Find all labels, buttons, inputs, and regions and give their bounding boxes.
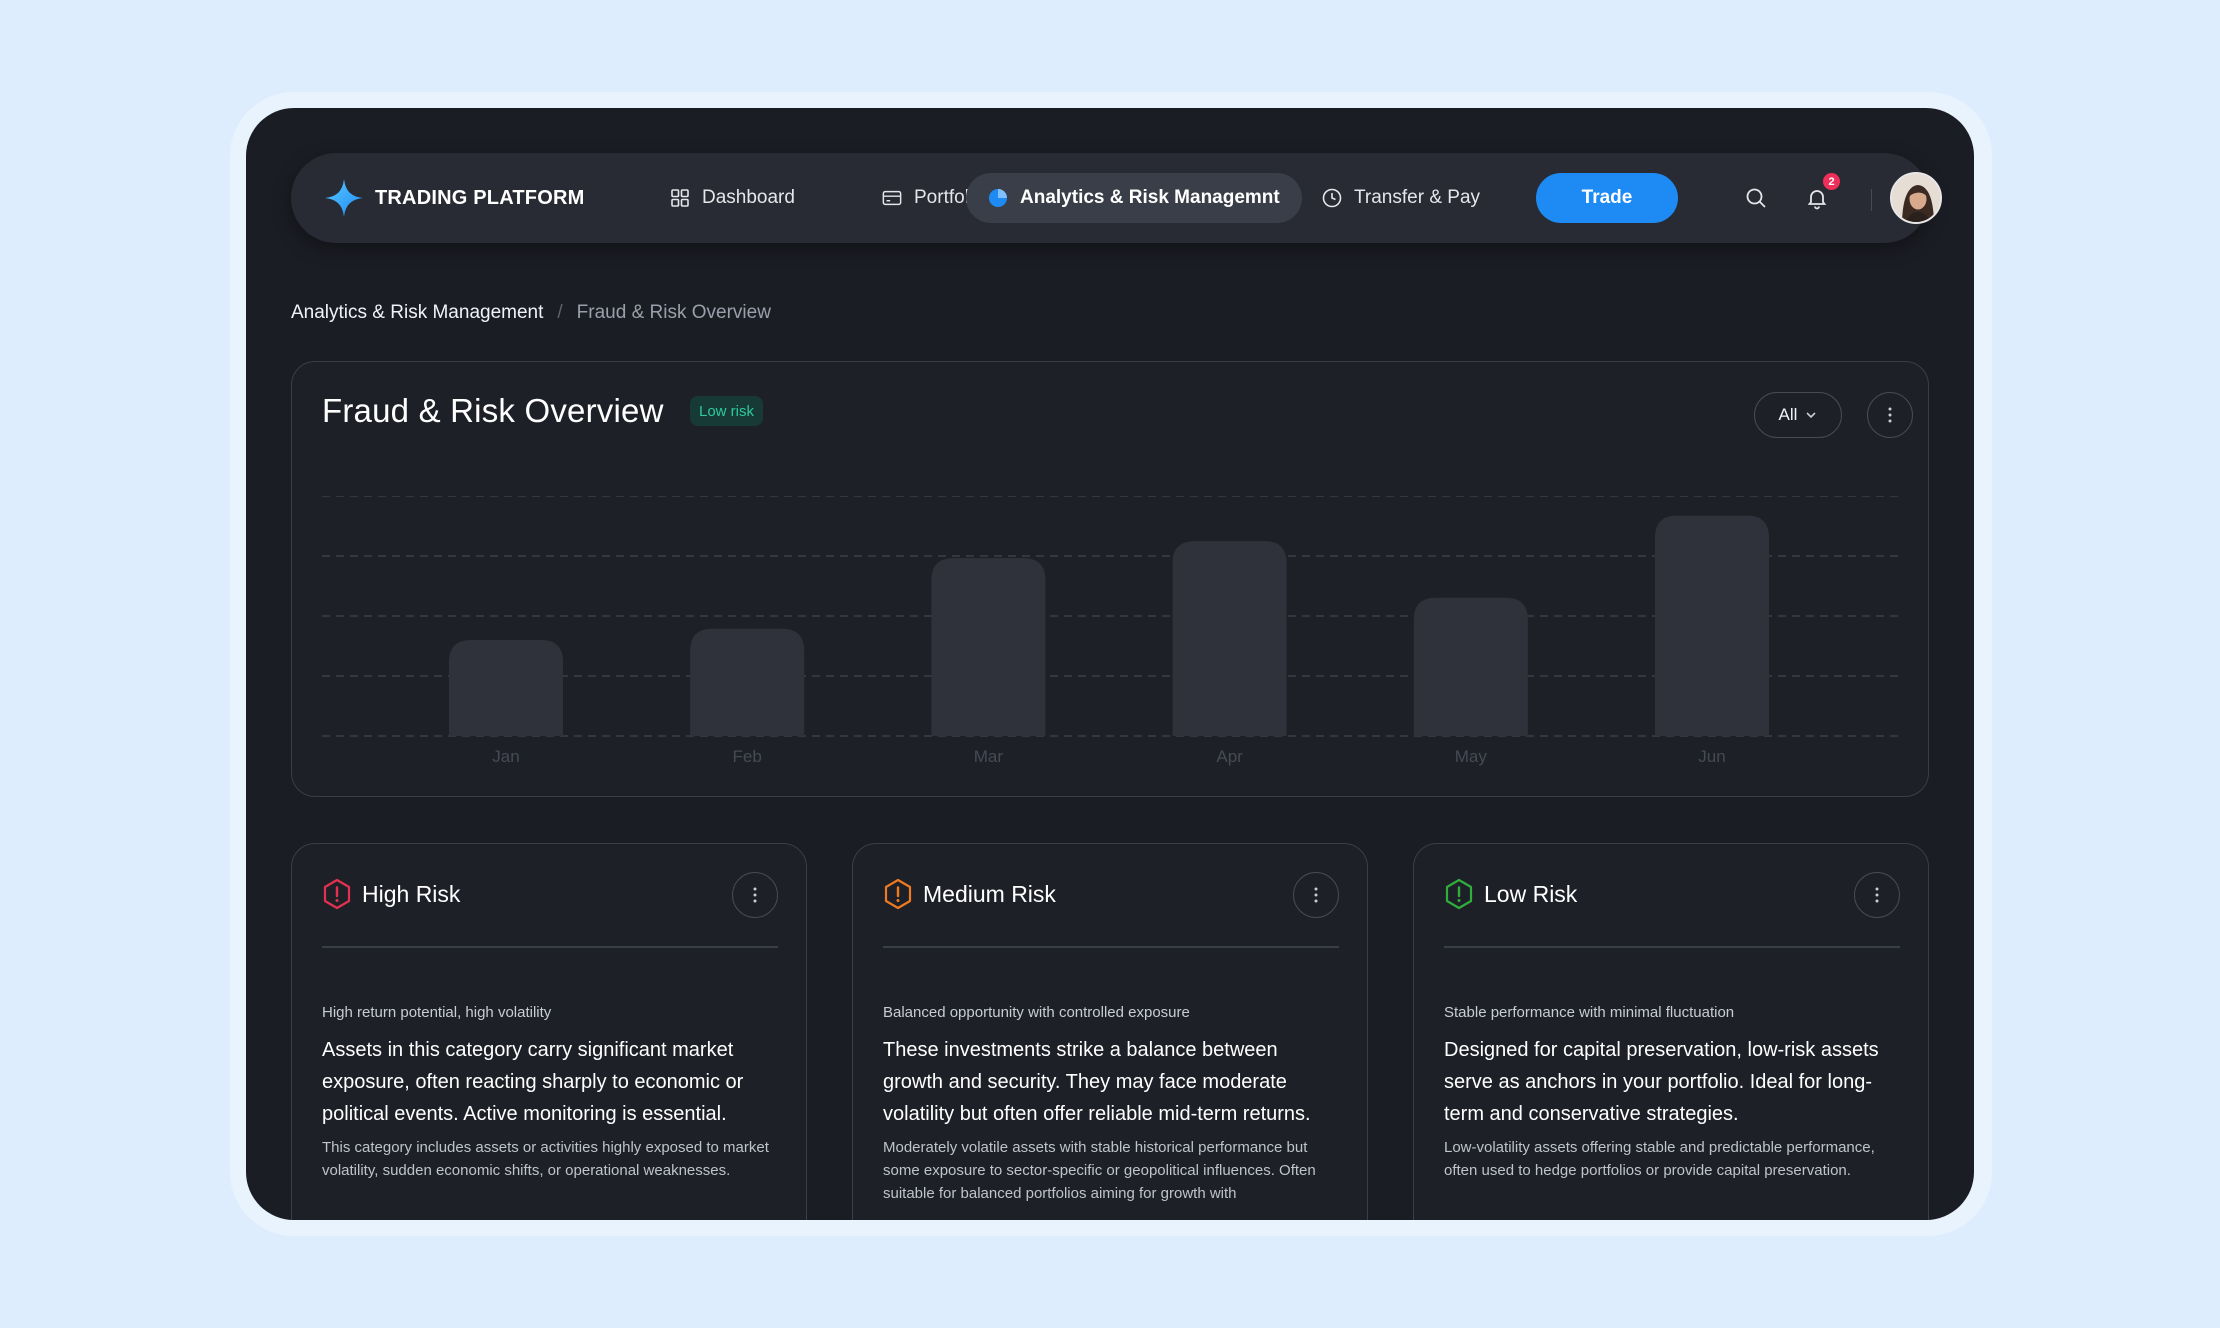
sparkle-logo-icon: [325, 179, 363, 217]
nav-item-transfer[interactable]: Transfer & Pay: [1300, 173, 1502, 223]
trade-button[interactable]: Trade: [1536, 173, 1678, 223]
clock-icon: [1322, 188, 1342, 208]
status-badge: Low risk: [690, 396, 764, 426]
nav-item-label: Dashboard: [702, 187, 795, 208]
brand-name: TRADING PLATFORM: [375, 186, 585, 209]
risk-card-subtitle: Stable performance with minimal fluctuat…: [1444, 1004, 1735, 1021]
chart-x-tick-label: May: [1455, 747, 1488, 766]
grid-icon: [670, 188, 690, 208]
filter-value: All: [1778, 405, 1798, 424]
risk-card-subtitle: High return potential, high volatility: [322, 1004, 552, 1021]
breadcrumb-separator: /: [557, 302, 563, 323]
chart-canvas: Jan Feb Mar Apr May Jun: [322, 496, 1898, 766]
risk-card-medium: Medium Risk Balanced opportunity with co…: [852, 843, 1368, 1220]
brand-logo[interactable]: TRADING PLATFORM: [323, 177, 584, 219]
risk-card-footnote: This category includes assets or activit…: [322, 1139, 769, 1179]
risk-bar-chart: Jan Feb Mar Apr May Jun: [322, 496, 1898, 776]
breadcrumb-parent[interactable]: Analytics & Risk Management: [291, 302, 543, 324]
risk-card-divider: [883, 946, 1339, 948]
risk-card-more-button[interactable]: [1854, 872, 1900, 918]
nav-divider: [1871, 189, 1872, 211]
risk-card-footnote: Moderately volatile assets with stable h…: [883, 1139, 1316, 1202]
overview-card: Fraud & Risk Overview Low risk All Jan Fe…: [291, 361, 1929, 797]
risk-card-header: Low Risk: [1444, 878, 1577, 910]
alert-hexagon-icon: [1445, 878, 1473, 910]
risk-card-header: High Risk: [322, 878, 460, 910]
risk-card-title: High Risk: [362, 880, 461, 907]
chevron-down-icon: [1806, 412, 1817, 419]
more-vertical-icon: [1888, 407, 1892, 423]
breadcrumb-current: Fraud & Risk Overview: [576, 302, 771, 323]
risk-card-body: Assets in this category carry significan…: [322, 1039, 744, 1125]
breadcrumb: Analytics & Risk Management / Fraud & Ri…: [291, 302, 771, 324]
nav-item-label: Transfer & Pay: [1354, 187, 1481, 208]
risk-card-description: These investments strike a balance betwe…: [883, 1034, 1343, 1205]
top-navigation: TRADING PLATFORM Dashboard Portfolio Ana…: [291, 153, 1942, 243]
risk-card-title: Medium Risk: [923, 880, 1056, 907]
alert-hexagon-icon: [884, 878, 912, 910]
notification-badge: 2: [1823, 173, 1840, 190]
chart-more-button[interactable]: [1867, 392, 1913, 438]
chart-bar-jan[interactable]: [449, 640, 563, 736]
app-window: TRADING PLATFORM Dashboard Portfolio Ana…: [246, 108, 1974, 1220]
search-icon[interactable]: [1741, 183, 1771, 213]
chart-x-tick-label: Apr: [1216, 747, 1243, 766]
alert-hexagon-icon: [323, 878, 351, 910]
nav-item-analytics[interactable]: Analytics & Risk Managemnt: [966, 173, 1302, 223]
nav-item-label: Analytics & Risk Managemnt: [1020, 187, 1280, 208]
risk-card-title: Low Risk: [1484, 880, 1578, 907]
period-filter-select[interactable]: All: [1754, 392, 1842, 438]
chart-x-tick-label: Jun: [1698, 747, 1725, 766]
page-title: Fraud & Risk Overview: [322, 392, 664, 429]
risk-card-body: Designed for capital preservation, low-r…: [1444, 1039, 1879, 1125]
risk-card-description: Designed for capital preservation, low-r…: [1444, 1034, 1904, 1182]
chart-x-tick-label: Mar: [974, 747, 1004, 766]
risk-card-high: High Risk High return potential, high vo…: [291, 843, 807, 1220]
chart-x-tick-label: Jan: [492, 747, 519, 766]
risk-card-more-button[interactable]: [1293, 872, 1339, 918]
risk-card-header: Medium Risk: [883, 878, 1056, 910]
more-vertical-icon: [1314, 887, 1318, 903]
risk-card-divider: [1444, 946, 1900, 948]
avatar[interactable]: [1890, 172, 1942, 224]
wallet-icon: [882, 188, 902, 208]
risk-card-body: These investments strike a balance betwe…: [883, 1039, 1311, 1125]
chart-bar-mar[interactable]: [931, 558, 1046, 736]
risk-card-footnote: Low-volatility assets offering stable an…: [1444, 1139, 1875, 1179]
more-vertical-icon: [753, 887, 757, 903]
risk-card-subtitle: Balanced opportunity with controlled exp…: [883, 1004, 1190, 1021]
pie-chart-icon: [988, 188, 1008, 208]
risk-card-more-button[interactable]: [732, 872, 778, 918]
chart-bar-jun[interactable]: [1655, 515, 1769, 736]
chart-bar-feb[interactable]: [690, 628, 805, 736]
chart-bar-apr[interactable]: [1172, 541, 1287, 736]
chart-bar-may[interactable]: [1413, 597, 1528, 736]
nav-item-dashboard[interactable]: Dashboard: [648, 173, 817, 223]
risk-card-description: Assets in this category carry significan…: [322, 1034, 782, 1182]
more-vertical-icon: [1875, 887, 1879, 903]
chart-x-tick-label: Feb: [733, 747, 762, 766]
risk-card-divider: [322, 946, 778, 948]
risk-card-low: Low Risk Stable performance with minimal…: [1413, 843, 1929, 1220]
